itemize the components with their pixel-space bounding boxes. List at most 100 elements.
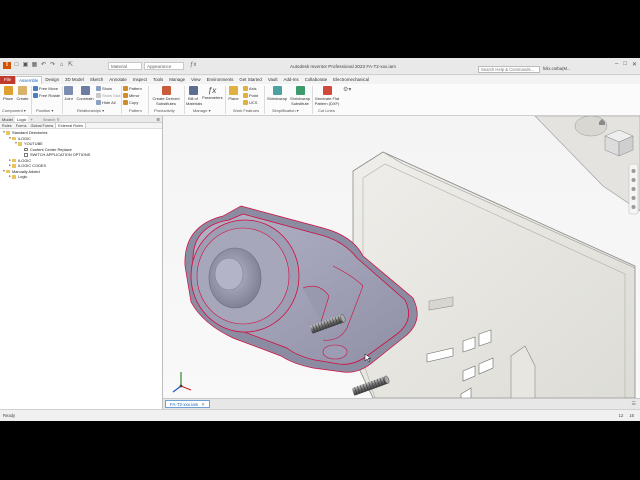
extra-tools-icon[interactable]: ⚙▾: [343, 86, 351, 93]
point-button[interactable]: Point: [243, 93, 258, 99]
open-file-icon[interactable]: ▣: [22, 62, 29, 69]
tab-sketch[interactable]: Sketch: [87, 76, 106, 84]
maximize-icon[interactable]: □: [623, 61, 627, 68]
place-icon: [3, 86, 13, 95]
search-input[interactable]: Search Help & Commands...: [478, 66, 540, 73]
menu-icon[interactable]: ☰: [154, 116, 162, 122]
simplification-panel-label[interactable]: Simplification ▾: [272, 108, 299, 113]
nav-bar-icon[interactable]: [628, 163, 639, 215]
appearance-combo[interactable]: Appearance: [144, 62, 184, 70]
browser-search-label: Search: [42, 117, 56, 122]
inventor-window: I □ ▣ ▦ ↶ ↷ ⌂ ⇱ Material Appearance ƒx A…: [0, 58, 640, 421]
close-icon[interactable]: ✕: [632, 61, 637, 68]
tab-add[interactable]: +: [28, 116, 34, 122]
ucs-icon: [243, 100, 248, 106]
tab-electromechanical[interactable]: Electromechanical: [330, 76, 372, 84]
shrinkwrap-substitute-button[interactable]: Shrinkwrap Substitute: [289, 86, 311, 106]
tab-view[interactable]: View: [188, 76, 203, 84]
constrain-label: Constrain: [76, 96, 94, 101]
create-button[interactable]: Create: [16, 86, 29, 101]
tab-add-ins[interactable]: Add-Ins: [281, 76, 302, 84]
axis-label: Axis: [249, 86, 257, 91]
free-move-button[interactable]: Free Move: [33, 86, 58, 92]
component-panel-label[interactable]: Component ▾: [2, 108, 26, 113]
tab-tools[interactable]: Tools: [150, 76, 166, 84]
ribbon-panel: Place Create Component ▾ Free Move Free …: [0, 84, 640, 116]
subtab-rules[interactable]: Rules: [0, 123, 14, 128]
tab-collaborate[interactable]: Collaborate: [302, 76, 330, 84]
bill-of-materials-button[interactable]: Bill of Materials: [186, 86, 202, 106]
browser-search[interactable]: Search ⚲: [41, 116, 62, 122]
position-panel-label[interactable]: Position ▾: [36, 108, 53, 113]
axis-icon: [243, 86, 248, 92]
minimize-icon[interactable]: –: [615, 61, 618, 68]
tab-get-started[interactable]: Get Started: [236, 76, 264, 84]
close-tab-icon[interactable]: ✕: [201, 402, 205, 407]
tab-manage[interactable]: Manage: [166, 76, 188, 84]
joint-button[interactable]: Joint: [63, 86, 74, 101]
tab-file[interactable]: File: [0, 76, 16, 84]
home-icon[interactable]: ⌂: [58, 62, 65, 69]
plane-label: Plane: [228, 96, 239, 101]
user-account[interactable]: felix.corba(M...: [543, 66, 570, 71]
hide-all-button[interactable]: Hide All: [96, 100, 116, 106]
redo-icon[interactable]: ↷: [49, 62, 56, 69]
mirror-button[interactable]: Mirror: [123, 93, 140, 99]
fx-icon[interactable]: ƒx: [190, 62, 196, 68]
status-text: Ready: [3, 413, 16, 418]
tab-logic[interactable]: Logic: [14, 116, 29, 122]
document-tab[interactable]: FA-T2-xxx.iam ✕: [165, 400, 210, 408]
subtab-global-forms[interactable]: Global Forms: [28, 123, 55, 128]
free-rotate-button[interactable]: Free Rotate: [33, 93, 60, 99]
plane-button[interactable]: Plane: [227, 86, 240, 101]
save-icon[interactable]: ▦: [31, 62, 38, 69]
create-derived-button[interactable]: Create Derived Substitutes: [150, 86, 182, 106]
new-file-icon[interactable]: □: [13, 62, 20, 69]
show-button[interactable]: Show: [96, 86, 113, 92]
copy-button[interactable]: Copy: [123, 100, 139, 106]
graphics-viewport[interactable]: [163, 116, 640, 398]
constrain-button[interactable]: Constrain: [76, 86, 94, 101]
show-sick-button[interactable]: Show Sick: [96, 93, 121, 99]
external-rules-tree: ▾ Standard Directories ▾ iLOGIC ▾ YOUTUBE Cont…: [0, 129, 162, 180]
tab-menu-icon[interactable]: ☰: [632, 401, 636, 407]
subtab-external-rules[interactable]: External Rules: [55, 123, 86, 128]
bom-icon: [188, 86, 198, 95]
tab-design[interactable]: Design: [42, 76, 62, 84]
tab-model[interactable]: Model: [0, 116, 15, 122]
copy-label: Copy: [129, 100, 139, 105]
material-combo[interactable]: Material: [108, 62, 142, 70]
tab-annotate[interactable]: Annotate: [106, 76, 130, 84]
axis-button[interactable]: Axis: [243, 86, 257, 92]
ribbon-separator: [184, 86, 185, 114]
pattern-icon: [123, 86, 128, 92]
select-icon[interactable]: ⇱: [67, 62, 74, 69]
frame-bracket[interactable]: [352, 151, 636, 398]
document-tab-label: FA-T2-xxx.iam: [170, 402, 199, 407]
tree-item[interactable]: ▸ Logic: [0, 174, 162, 180]
tab-3d-model[interactable]: 3D Model: [62, 76, 87, 84]
background-part[interactable]: [534, 116, 640, 212]
tab-vault[interactable]: Vault: [265, 76, 281, 84]
subtab-forms[interactable]: Forms: [14, 123, 29, 128]
create-derived-icon: [161, 86, 171, 95]
show-label: Show: [102, 86, 113, 91]
undo-icon[interactable]: ↶: [40, 62, 47, 69]
ucs-button[interactable]: UCS: [243, 100, 257, 106]
inventor-logo-icon[interactable]: I: [3, 62, 11, 69]
generate-flat-pattern-button[interactable]: Generate Flat Pattern (DXF): [313, 86, 341, 106]
mirror-label: Mirror: [129, 93, 140, 98]
relationships-panel-label[interactable]: Relationships ▾: [77, 108, 104, 113]
pattern-button[interactable]: Pattern: [123, 86, 142, 92]
parameters-button[interactable]: ƒx Parameters: [202, 86, 223, 100]
shrinkwrap-button[interactable]: Shrinkwrap: [266, 86, 288, 101]
constrain-icon: [80, 86, 90, 95]
tab-environments[interactable]: Environments: [204, 76, 237, 84]
folder-icon: [12, 158, 16, 162]
create-label: Create: [16, 96, 29, 101]
tab-assemble[interactable]: Assemble: [15, 76, 43, 84]
place-button[interactable]: Place: [2, 86, 14, 101]
tab-inspect[interactable]: Inspect: [130, 76, 150, 84]
assembly-model-svg[interactable]: [163, 116, 640, 398]
manage-panel-label[interactable]: Manage ▾: [193, 108, 211, 113]
